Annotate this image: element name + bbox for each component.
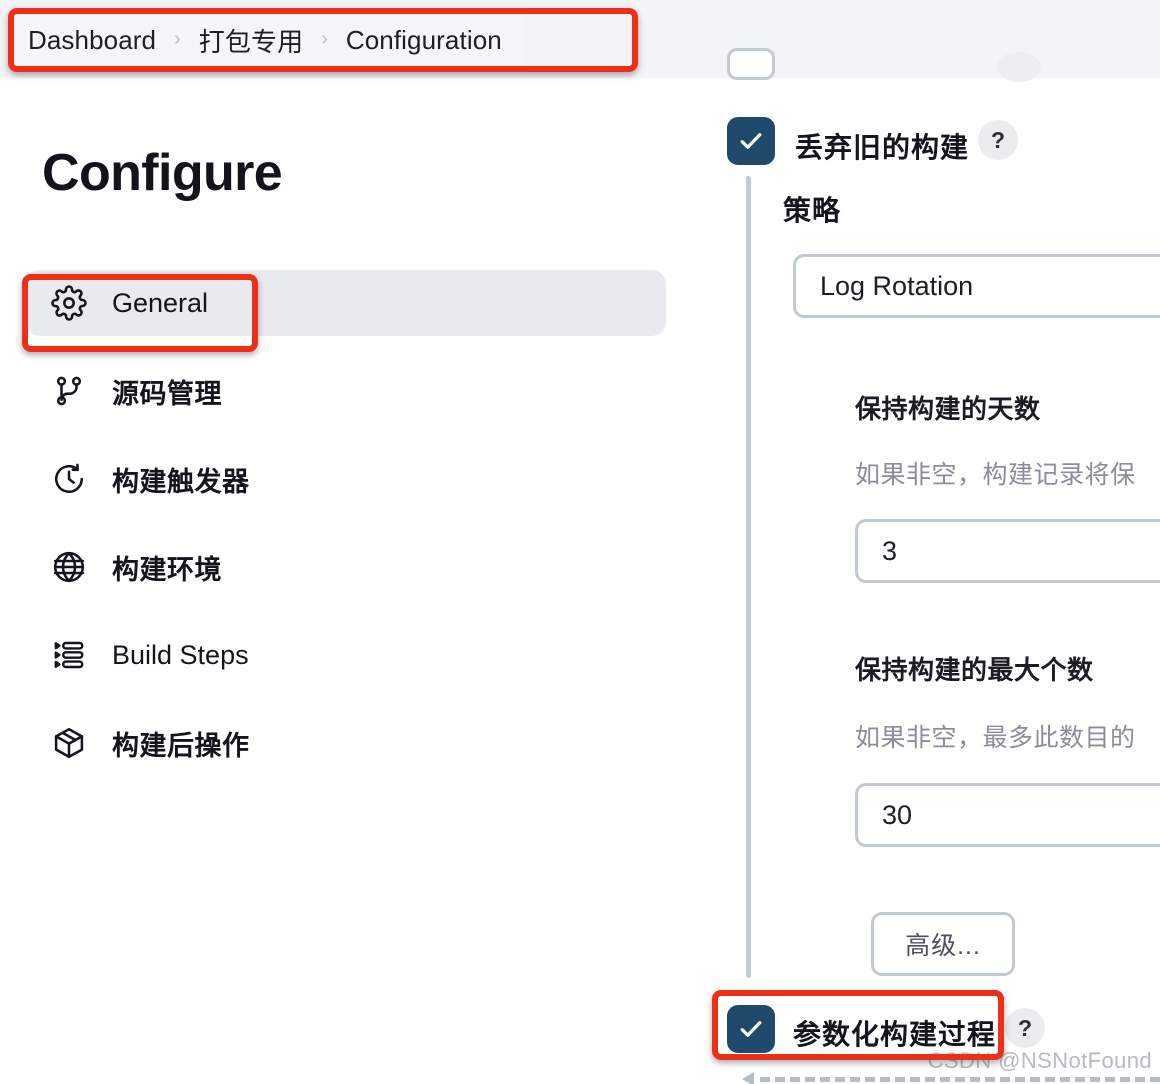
max-builds-to-keep-input[interactable]: 30 — [855, 783, 1160, 847]
sidebar-item-label: 构建环境 — [112, 554, 222, 585]
parameterized-build-help-icon[interactable]: ? — [1005, 1008, 1045, 1048]
breadcrumb-item-configuration[interactable]: Configuration — [346, 25, 502, 56]
sidebar-item-label: 源码管理 — [112, 378, 222, 409]
breadcrumb: Dashboard › 打包专用 › Configuration — [14, 14, 524, 66]
collapse-caret-icon — [742, 1072, 754, 1084]
clock-icon — [50, 460, 88, 498]
breadcrumb-item-dashboard[interactable]: Dashboard — [28, 25, 156, 56]
page-title: Configure — [42, 144, 283, 202]
sidebar-item-label: Build Steps — [112, 639, 249, 670]
chevron-right-icon: › — [174, 28, 181, 50]
clipped-help-icon-above[interactable] — [997, 52, 1041, 82]
list-steps-icon — [50, 636, 88, 674]
dashed-divider — [760, 1077, 1160, 1082]
section-rail — [746, 176, 751, 978]
parameterized-build-checkbox[interactable] — [727, 1005, 775, 1053]
sidebar-item-build-triggers[interactable]: 构建触发器 — [26, 446, 666, 512]
clipped-checkbox-above[interactable] — [727, 48, 775, 80]
chevron-right-icon: › — [321, 28, 328, 50]
strategy-select[interactable]: Log Rotation — [793, 254, 1160, 318]
days-to-keep-label: 保持构建的天数 — [855, 394, 1041, 424]
sidebar-item-post-build-actions[interactable]: 构建后操作 — [26, 710, 666, 776]
sidebar-item-scm[interactable]: 源码管理 — [26, 358, 666, 424]
days-to-keep-description: 如果非空，构建记录将保 — [855, 461, 1136, 489]
sidebar-item-label: General — [112, 287, 209, 318]
git-branch-icon — [50, 372, 88, 410]
globe-icon — [50, 548, 88, 586]
breadcrumb-item-project[interactable]: 打包专用 — [199, 22, 303, 59]
watermark: CSDN @NSNotFound — [927, 1048, 1152, 1073]
gear-icon — [50, 284, 88, 322]
days-to-keep-input[interactable]: 3 — [855, 519, 1160, 583]
max-builds-to-keep-description: 如果非空，最多此数目的 — [855, 724, 1136, 752]
advanced-button[interactable]: 高级... — [871, 912, 1015, 976]
sidebar-item-build-environment[interactable]: 构建环境 — [26, 534, 666, 600]
discard-old-builds-checkbox[interactable] — [727, 117, 775, 165]
discard-old-builds-help-icon[interactable]: ? — [978, 120, 1018, 160]
parameterized-build-label: 参数化构建过程 — [793, 1019, 997, 1050]
max-builds-to-keep-label: 保持构建的最大个数 — [855, 655, 1094, 685]
discard-old-builds-label: 丢弃旧的构建 — [795, 132, 970, 163]
package-icon — [50, 724, 88, 762]
sidebar-item-label: 构建后操作 — [112, 730, 250, 761]
sidebar-nav: General 源码管理 构建触发器 构建环境 Build Steps 构建后操… — [26, 270, 666, 798]
sidebar-item-build-steps[interactable]: Build Steps — [26, 622, 666, 688]
strategy-label: 策略 — [783, 195, 842, 226]
sidebar-item-label: 构建触发器 — [112, 466, 250, 497]
sidebar-item-general[interactable]: General — [26, 270, 666, 336]
configure-page: Dashboard › 打包专用 › Configuration Configu… — [0, 0, 1160, 1084]
